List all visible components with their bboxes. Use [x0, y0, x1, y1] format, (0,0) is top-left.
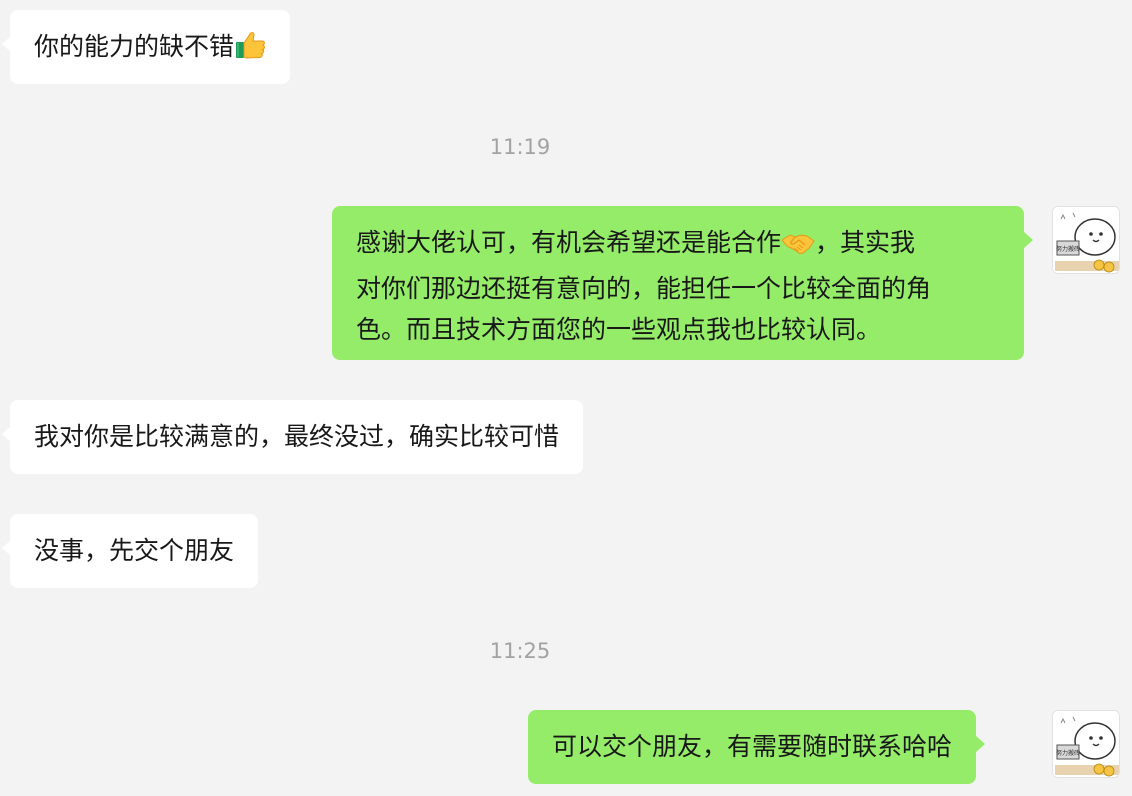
message-bubble-incoming[interactable]: 我对你是比较满意的，最终没过，确实比较可惜	[1, 400, 584, 474]
message-text: 我对你是比较满意的，最终没过，确实比较可惜	[34, 422, 560, 451]
cartoon-avatar-icon: 努力搬砖	[1053, 711, 1119, 777]
sign-text: 努力搬砖	[1056, 245, 1080, 253]
avatar[interactable]: 努力搬砖	[1052, 710, 1120, 778]
message-text-line: 感谢大佬认可，有机会希望还是能合作	[356, 228, 782, 257]
cartoon-avatar-icon: 努力搬砖	[1053, 207, 1119, 273]
message-bubble-outgoing[interactable]: 感谢大佬认可，有机会希望还是能合作 ，其实我 对你们那边还挺有意向的，能担任一个…	[332, 206, 1033, 360]
message-text-line: 对你们那边还挺有意向的，能担任一个比较全面的角	[356, 274, 932, 303]
sign-text: 努力搬砖	[1056, 749, 1080, 757]
chat-window: 你的能力的缺不错 11:19 感谢大佬认可，有机会希望还是能合作 ，其实我 对你…	[0, 0, 1132, 796]
message-bubble-incoming[interactable]: 没事，先交个朋友	[1, 514, 259, 588]
avatar[interactable]: 努力搬砖	[1052, 206, 1120, 274]
message-bubble-outgoing[interactable]: 可以交个朋友，有需要随时联系哈哈	[528, 710, 986, 784]
timestamp: 11:25	[489, 639, 551, 663]
thumbs-up-icon	[234, 30, 266, 72]
message-text: 可以交个朋友，有需要随时联系哈哈	[552, 732, 953, 761]
message-text: 没事，先交个朋友	[34, 536, 235, 565]
message-text: 你的能力的缺不错	[34, 32, 235, 61]
message-text-line: 色。而且技术方面您的一些观点我也比较认同。	[356, 315, 882, 344]
message-text-line: ，其实我	[815, 228, 916, 257]
handshake-icon	[781, 227, 815, 268]
message-bubble-incoming[interactable]: 你的能力的缺不错	[1, 10, 291, 84]
timestamp: 11:19	[489, 135, 551, 159]
